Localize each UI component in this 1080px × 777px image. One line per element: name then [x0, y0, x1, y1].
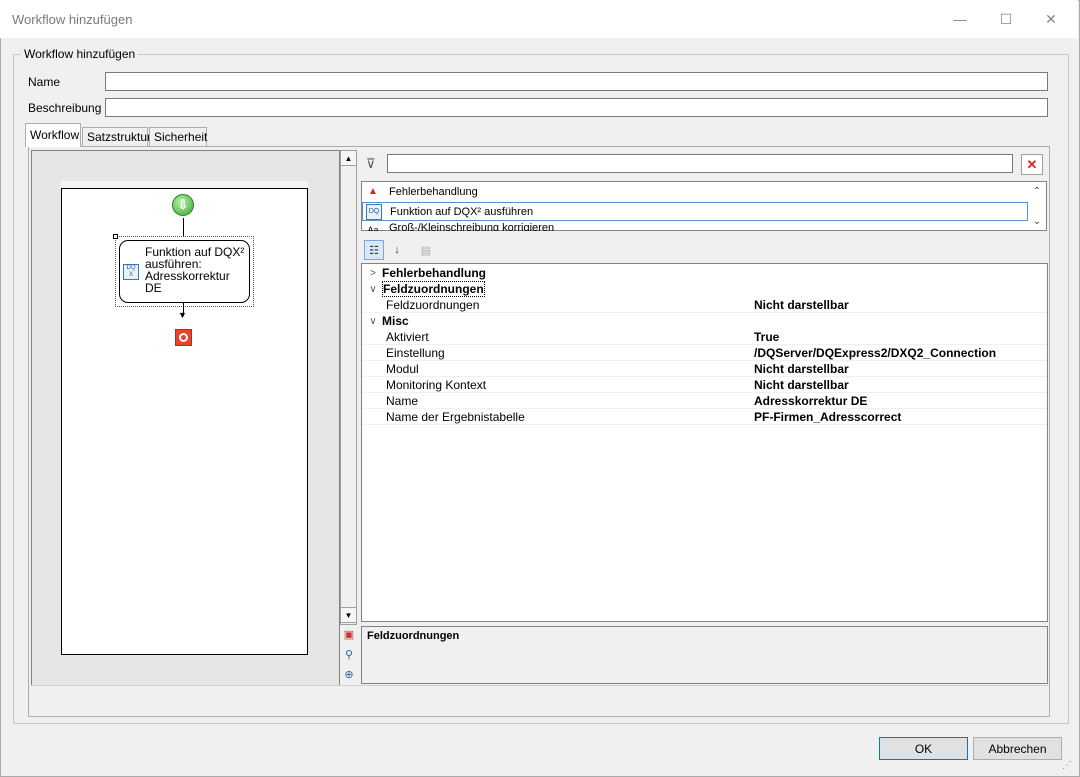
title-bar [0, 0, 1078, 38]
category-fehlerbehandlung[interactable]: > Fehlerbehandlung [362, 265, 1047, 281]
description-label: Beschreibung [28, 101, 102, 115]
list-item[interactable]: DQ Funktion auf DQX² ausführen [362, 202, 1028, 221]
name-input[interactable] [105, 72, 1048, 91]
category-feldzuordnungen[interactable]: ∨ Feldzuordnungen [362, 281, 1047, 297]
clear-filter-button[interactable]: ✕ [1021, 154, 1043, 175]
resize-grip-icon[interactable]: ⋰ [1062, 760, 1072, 771]
stop-icon[interactable] [175, 329, 192, 346]
scroll-down-button[interactable]: ▼ [340, 607, 357, 623]
chevron-down-icon[interactable]: ∨ [364, 316, 382, 327]
property-description-title: Feldzuordnungen [367, 630, 460, 642]
scroll-up-button[interactable]: ▲ [340, 150, 357, 166]
window-title: Workflow hinzufügen [12, 12, 133, 27]
filter-input[interactable] [387, 154, 1013, 173]
warning-icon: ▲ [368, 186, 378, 197]
connector-line [183, 218, 184, 236]
list-scroll-down-icon[interactable]: ⌄ [1029, 212, 1045, 230]
property-row[interactable]: Feldzuordnungen Nicht darstellbar [362, 297, 1047, 313]
property-row[interactable]: Name der Ergebnistabelle PF-Firmen_Adres… [362, 409, 1047, 425]
property-row[interactable]: Monitoring Kontext Nicht darstellbar [362, 377, 1047, 393]
dqx-icon: DQ X [123, 264, 139, 280]
alphabetical-sort-icon[interactable]: ↓ [387, 240, 407, 260]
minimize-button[interactable]: — [937, 0, 983, 38]
name-label: Name [28, 75, 61, 89]
list-item[interactable]: Aa Groß-/Kleinschreibung korrigieren [362, 222, 1028, 231]
designer-scrollbar[interactable] [340, 150, 357, 625]
list-item[interactable]: ▲ Fehlerbehandlung [362, 182, 1028, 201]
print-icon[interactable]: ▣ [341, 628, 357, 644]
tab-workflow[interactable]: Workflow [25, 123, 81, 147]
list-scroll-up-icon[interactable]: ⌃ [1029, 182, 1045, 200]
description-input[interactable] [105, 98, 1048, 117]
cancel-button[interactable]: Abbrechen [973, 737, 1062, 760]
property-row[interactable]: Einstellung /DQServer/DQExpress2/DXQ2_Co… [362, 345, 1047, 361]
category-misc[interactable]: ∨ Misc [362, 313, 1047, 329]
status-strip [31, 685, 1049, 715]
connector-arrow-icon: ▼ [178, 310, 187, 320]
dqx-icon: DQ [366, 203, 382, 220]
property-toolbar [361, 237, 1047, 263]
groupbox-label: Workflow hinzufügen [21, 47, 139, 61]
canvas-header [61, 181, 308, 189]
tab-sicherheit[interactable]: Sicherheit [149, 127, 207, 146]
start-node-icon[interactable]: ⇩ [172, 194, 194, 216]
text-case-icon: Aa [367, 225, 379, 231]
ok-button[interactable]: OK [879, 737, 968, 760]
close-button[interactable]: ✕ [1028, 0, 1074, 38]
filter-icon: ⊽ [366, 156, 376, 171]
property-row[interactable]: Modul Nicht darstellbar [362, 361, 1047, 377]
property-row[interactable]: Name Adresskorrektur DE [362, 393, 1047, 409]
selection-handle[interactable] [113, 234, 118, 239]
activity-node-label: Funktion auf DQX² ausführen: Adresskorre… [145, 245, 245, 295]
property-row[interactable]: Aktiviert True [362, 329, 1047, 345]
find-icon[interactable]: ⚲ [341, 648, 357, 664]
property-pages-icon[interactable]: ▤ [416, 240, 436, 260]
chevron-down-icon[interactable]: ∨ [364, 284, 382, 295]
tab-satzstruktur[interactable]: Satzstruktur [82, 127, 151, 146]
property-description-box [361, 626, 1048, 684]
chevron-right-icon[interactable]: > [364, 268, 382, 279]
pan-icon[interactable]: ⊕ [341, 668, 357, 684]
categorized-view-icon[interactable]: ☷ [364, 240, 384, 260]
maximize-button[interactable]: ☐ [983, 0, 1029, 38]
